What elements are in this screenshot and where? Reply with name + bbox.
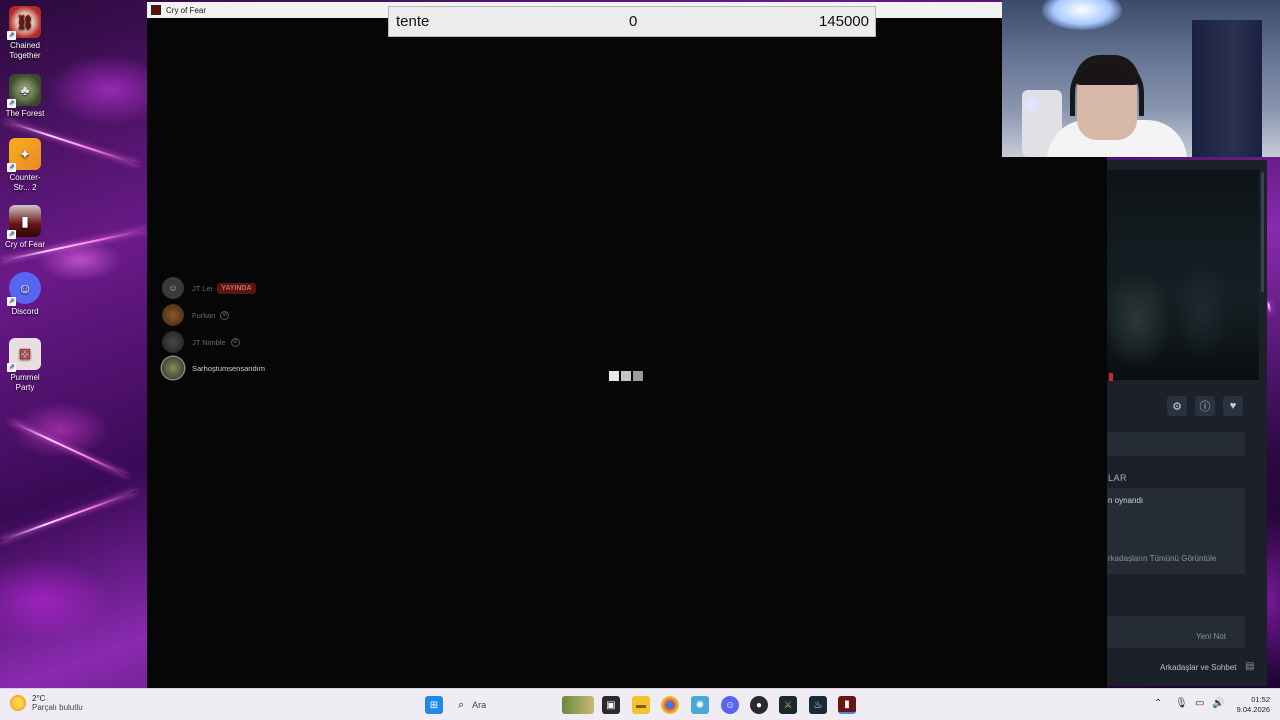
friends-chat-button[interactable]: Arkadaşlar ve Sohbet xyxy=(1160,663,1237,672)
desktop-icon-pummel-party[interactable]: ⚄ ↗ Pummel Party xyxy=(2,338,48,393)
task-view-icon[interactable]: ▣ xyxy=(602,696,620,714)
loading-square xyxy=(633,371,643,381)
avatar xyxy=(162,357,184,379)
chrome-icon[interactable] xyxy=(661,696,679,714)
cry-of-fear-icon: ▮ ↗ xyxy=(7,205,41,239)
discord-icon: ☺ ↗ xyxy=(7,272,41,306)
goal-current-value: 0 xyxy=(629,13,638,30)
game-window-title: Cry of Fear xyxy=(166,5,207,15)
obs-icon[interactable]: ● xyxy=(750,696,768,714)
discord-taskbar-icon[interactable]: ☺ xyxy=(721,696,739,714)
windows-start-icon[interactable]: ⊞ xyxy=(425,696,443,714)
search-placeholder: Ara xyxy=(472,700,487,710)
new-note-button[interactable]: Yeni Not xyxy=(1196,632,1226,641)
voice-user: JT Nimble ⊘ xyxy=(162,330,240,354)
game-window[interactable]: Cry of Fear xyxy=(147,2,1107,688)
clock-date: 9.04.2026 xyxy=(1236,705,1270,714)
steam-icon[interactable]: ♨ xyxy=(809,696,827,714)
cry-of-fear-taskbar-icon[interactable]: ▮ xyxy=(838,696,856,714)
robot-figure xyxy=(1024,98,1038,112)
clock-time: 01:52 xyxy=(1251,695,1270,704)
info-icon[interactable]: ⓘ xyxy=(1195,396,1215,416)
voice-user-name: JT Lei xyxy=(192,283,213,293)
record-indicator xyxy=(1109,373,1113,381)
goal-target-value: 145000 xyxy=(818,13,869,30)
voice-user: Furkan ⊘ xyxy=(162,303,230,327)
weather-temperature: 2°C xyxy=(32,694,46,703)
weather-widget[interactable]: 2°C Parçalı bulutlu xyxy=(10,694,83,712)
the-forest-icon: ♣ ↗ xyxy=(7,74,41,108)
scrollbar[interactable] xyxy=(1261,172,1264,292)
desktop-icon-chained-together[interactable]: ⛓ ↗ Chained Together xyxy=(2,6,48,61)
avatar xyxy=(162,304,184,326)
muted-icon: ⊘ xyxy=(220,310,230,320)
neon-light xyxy=(1042,0,1122,30)
webcam-overlay xyxy=(1002,0,1280,157)
live-badge: YAYINDA xyxy=(217,282,256,294)
search-icon: ⌕ xyxy=(458,698,465,711)
league-icon[interactable]: ⚔ xyxy=(779,696,797,714)
taskbar-search[interactable]: ⌕ Ara xyxy=(452,694,552,716)
weather-condition: Parçalı bulutlu xyxy=(32,703,83,712)
muted-icon: ⊘ xyxy=(230,337,240,347)
voice-user-name: Furkan xyxy=(192,310,216,320)
loading-square xyxy=(609,371,619,381)
stream-goal-bar: tente 0 145000 xyxy=(388,6,876,37)
steam-section-bar xyxy=(1107,432,1245,456)
view-all-friends-link[interactable]: rkadaşların Tümünü Görüntüle xyxy=(1108,554,1216,563)
chevron-up-icon[interactable]: ⌃ xyxy=(1154,698,1162,709)
chained-together-icon: ⛓ ↗ xyxy=(7,6,41,40)
desktop-icon-the-forest[interactable]: ♣ ↗ The Forest xyxy=(2,74,48,119)
loading-square xyxy=(621,371,631,381)
monitor-icon[interactable]: ▭ xyxy=(1195,698,1204,709)
pummel-party-icon: ⚄ ↗ xyxy=(7,338,41,372)
microphone-icon[interactable]: 🎙 xyxy=(1175,698,1188,709)
network-app-icon[interactable]: ✺ xyxy=(691,696,709,714)
bookshelf xyxy=(1192,20,1262,157)
friends-section-label: LAR xyxy=(1108,473,1128,483)
file-explorer-icon[interactable]: ▬ xyxy=(632,696,650,714)
loading-indicator xyxy=(609,371,643,381)
discord-avatar-icon: ☺ xyxy=(162,277,184,299)
heart-icon[interactable]: ♥ xyxy=(1223,396,1243,416)
search-highlight-icon[interactable] xyxy=(562,696,594,714)
taskbar: 2°C Parçalı bulutlu ⊞ ⌕ Ara ▣ ▬ ✺ ☺ ● ⚔ … xyxy=(0,688,1280,720)
cry-of-fear-app-icon xyxy=(151,5,161,15)
chat-icon[interactable]: ▤ xyxy=(1245,661,1254,672)
steam-game-panel: ⚙ ⓘ ♥ LAR n oynandı rkadaşların Tümünü G… xyxy=(1107,160,1267,686)
gear-icon[interactable]: ⚙ xyxy=(1167,396,1187,416)
game-viewport[interactable] xyxy=(147,18,1107,688)
partly-cloudy-icon xyxy=(10,695,26,711)
voice-user-name: Sarhoştumsensandım xyxy=(192,363,265,373)
voice-user: ☺ JT Lei YAYINDA xyxy=(162,276,256,300)
desktop-icon-counter-strike[interactable]: ✦ ↗ Counter-Str... 2 xyxy=(2,138,48,193)
desktop-icon-cry-of-fear[interactable]: ▮ ↗ Cry of Fear xyxy=(2,205,48,250)
avatar xyxy=(162,331,184,353)
friends-played-text: n oynandı xyxy=(1108,496,1144,505)
voice-user-speaking: Sarhoştumsensandım xyxy=(162,356,265,380)
goal-name: tente xyxy=(396,13,430,30)
game-preview-image xyxy=(1107,170,1259,380)
counter-strike-icon: ✦ ↗ xyxy=(7,138,41,172)
desktop-icon-discord[interactable]: ☺ ↗ Discord xyxy=(2,272,48,317)
voice-user-name: JT Nimble xyxy=(192,337,226,347)
system-clock[interactable]: 01:52 9.04.2026 xyxy=(1237,695,1270,715)
speaker-icon[interactable]: 🔊 xyxy=(1212,698,1224,709)
